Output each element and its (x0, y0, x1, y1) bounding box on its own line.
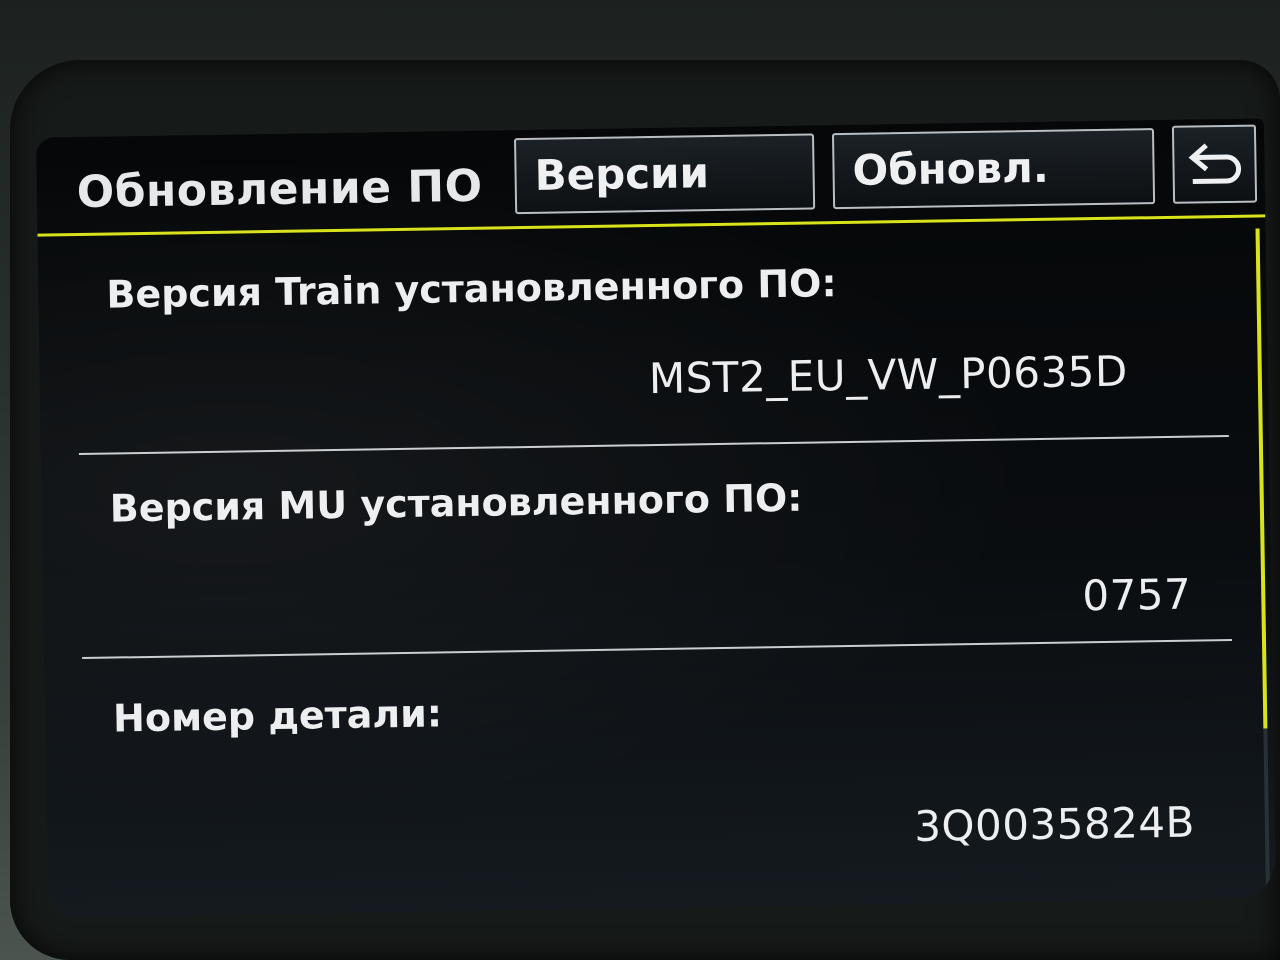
tab-versions[interactable]: Версии (514, 133, 816, 215)
part-number-label: Номер детали: (112, 691, 443, 741)
part-number-value: 3Q0035824B (913, 797, 1196, 851)
train-version-value: MST2_EU_VW_P0635D (648, 346, 1129, 404)
device-bezel: Обновление ПО Версии Обновл. Версия Trai… (0, 0, 1280, 960)
infotainment-screen: Обновление ПО Версии Обновл. Версия Trai… (35, 118, 1277, 918)
back-button[interactable] (1171, 124, 1258, 204)
list-item-part-number: Номер детали: 3Q0035824B (82, 649, 1236, 907)
tab-update[interactable]: Обновл. (831, 128, 1156, 210)
train-version-label: Версия Train установленного ПО: (106, 261, 837, 317)
list-item-mu-version: Версия MU установленного ПО: 0757 (79, 449, 1233, 667)
list-item-train-version: Версия Train установленного ПО: MST2_EU_… (76, 229, 1229, 467)
page-title: Обновление ПО (76, 160, 483, 219)
back-arrow-icon (1188, 143, 1242, 185)
scrollbar-thumb[interactable] (1255, 228, 1268, 729)
mu-version-label: Версия MU установленного ПО: (109, 475, 803, 531)
mu-version-value: 0757 (1081, 569, 1192, 621)
